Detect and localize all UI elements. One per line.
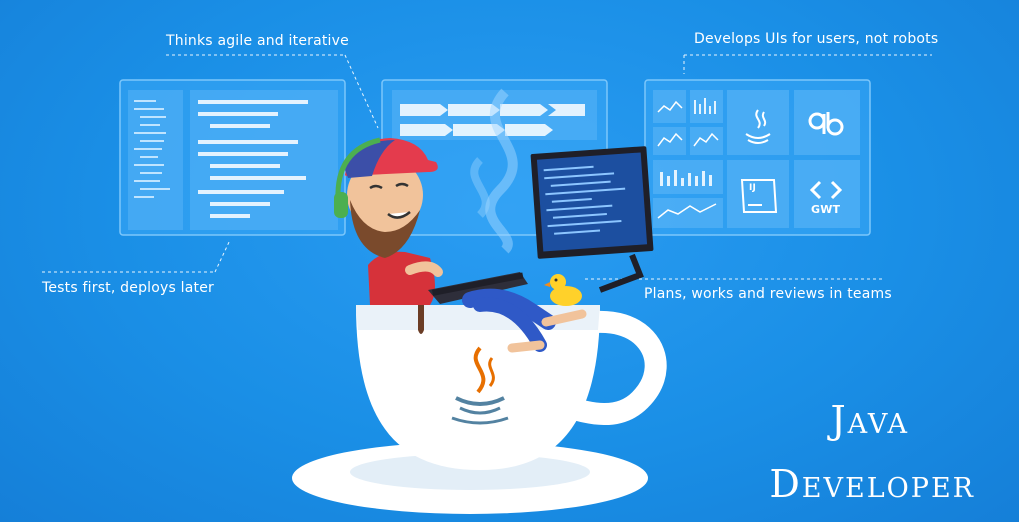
intellij-tile-label: IJ (749, 183, 757, 193)
rubber-duck (544, 274, 582, 306)
gwt-tile-label: GWT (811, 203, 841, 216)
callout-teams: Plans, works and reviews in teams (644, 286, 892, 302)
callout-tests: Tests first, deploys later (42, 280, 214, 296)
illustration: Thinks agile and iterative Develops UIs … (0, 0, 1019, 522)
code-panel-left (119, 79, 346, 236)
title-line1: Java (830, 398, 909, 442)
coffee-cup (292, 305, 667, 514)
illustration-art (42, 54, 932, 514)
callout-agile: Thinks agile and iterative (166, 33, 349, 49)
monitor (530, 146, 654, 293)
callout-users: Develops UIs for users, not robots (694, 31, 939, 47)
title-line2: Developer (769, 462, 975, 506)
